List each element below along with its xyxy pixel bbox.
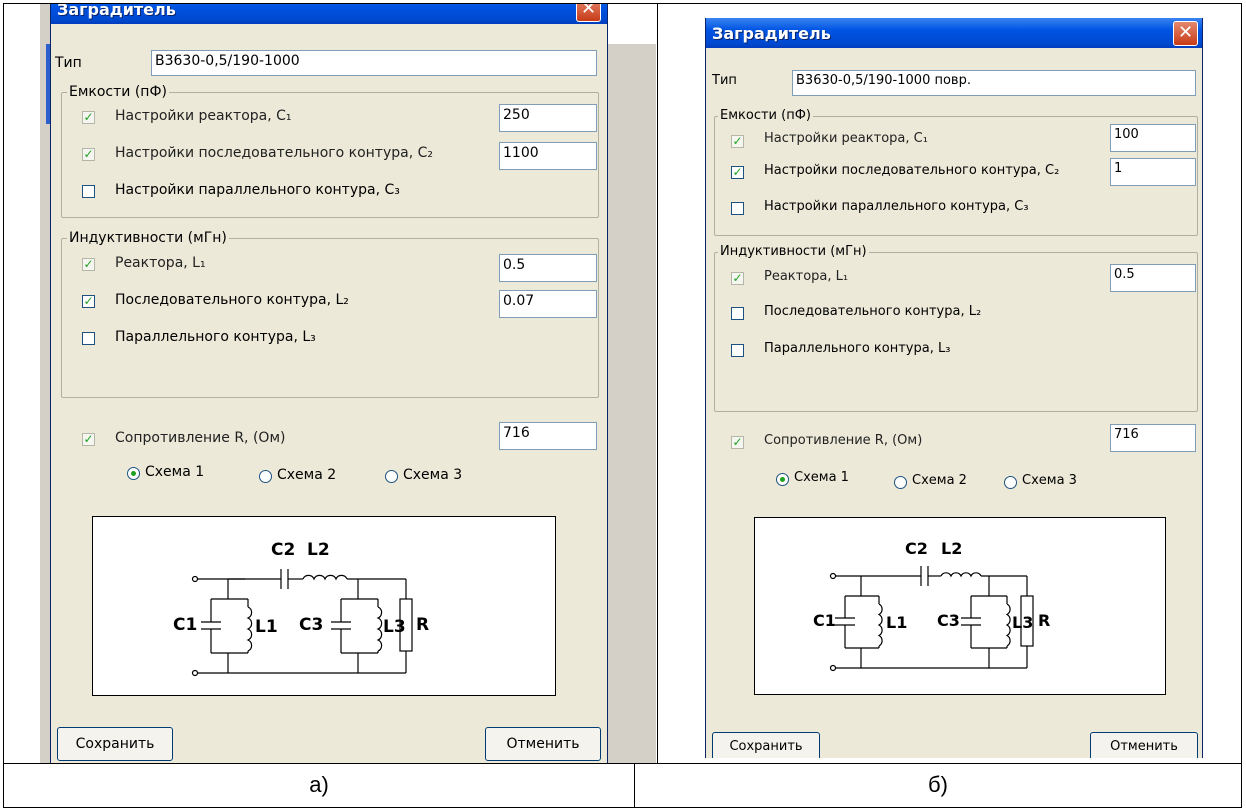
l3-checkbox[interactable] bbox=[82, 332, 95, 345]
cancel-button[interactable]: Отменить bbox=[485, 727, 601, 761]
c3-label: Настройки параллельного контура, C₃ bbox=[764, 199, 1029, 214]
scheme-1-label: Схема 1 bbox=[145, 464, 205, 480]
scheme-2-label: Схема 2 bbox=[277, 467, 337, 483]
capacitance-group-title: Емкости (пФ) bbox=[718, 108, 813, 123]
type-label: Тип bbox=[712, 73, 737, 88]
l1-value[interactable]: 0.5 bbox=[1110, 264, 1196, 292]
c2-symbol: C2 bbox=[905, 539, 928, 558]
background-window-strip-right bbox=[600, 44, 656, 763]
c1-value[interactable]: 100 bbox=[1110, 124, 1196, 152]
scheme-3-radio[interactable] bbox=[1004, 476, 1017, 489]
window-title: Заградитель bbox=[712, 24, 831, 43]
inductance-group-title: Индуктивности (мГн) bbox=[67, 230, 229, 246]
type-field[interactable]: В3630-0,5/190-1000 bbox=[151, 50, 597, 76]
l3-symbol: L3 bbox=[383, 617, 406, 637]
c1-symbol: C1 bbox=[173, 615, 197, 635]
close-button[interactable]: ✕ bbox=[576, 4, 601, 22]
l1-symbol: L1 bbox=[255, 617, 278, 637]
scheme-3-radio[interactable] bbox=[385, 470, 398, 483]
scheme-1-radio[interactable] bbox=[776, 473, 789, 486]
l1-symbol: L1 bbox=[886, 613, 907, 632]
save-button[interactable]: Сохранить bbox=[57, 727, 173, 761]
c1-symbol: C1 bbox=[813, 611, 836, 630]
c2-checkbox[interactable]: ✓ bbox=[731, 166, 744, 179]
scheme-3-label: Схема 3 bbox=[1022, 473, 1077, 488]
l2-label: Последовательного контура, L₂ bbox=[115, 292, 349, 308]
dialog-window: Заградитель ✕ Тип В3630-0,5/190-1000 Емк… bbox=[50, 4, 608, 763]
l1-label: Реактора, L₁ bbox=[115, 255, 206, 271]
l3-symbol: L3 bbox=[1012, 613, 1033, 632]
table-divider-top bbox=[657, 3, 658, 764]
close-button[interactable]: ✕ bbox=[1173, 21, 1198, 46]
l3-label: Параллельного контура, L₃ bbox=[764, 341, 951, 356]
r-value[interactable]: 716 bbox=[499, 422, 597, 450]
caption-left: а) bbox=[309, 772, 329, 797]
circuit-diagram: C1 L1 C2 L2 C3 L3 R bbox=[92, 516, 556, 696]
window-title: Заградитель bbox=[57, 4, 176, 19]
l2-value[interactable]: 0.07 bbox=[499, 290, 597, 318]
title-bar[interactable]: Заградитель ✕ bbox=[706, 18, 1202, 48]
scheme-2-label: Схема 2 bbox=[912, 473, 967, 488]
l1-value[interactable]: 0.5 bbox=[499, 254, 597, 282]
c2-symbol: C2 bbox=[271, 540, 295, 560]
c1-label: Настройки реактора, C₁ bbox=[764, 131, 928, 146]
scheme-2-radio[interactable] bbox=[259, 470, 272, 483]
scheme-1-label: Схема 1 bbox=[794, 470, 849, 485]
c2-label: Настройки последовательного контура, C₂ bbox=[764, 163, 1060, 178]
r-label: Сопротивление R, (Ом) bbox=[764, 433, 923, 448]
l3-checkbox[interactable] bbox=[731, 344, 744, 357]
r-symbol: R bbox=[1038, 611, 1050, 630]
inductance-group-title: Индуктивности (мГн) bbox=[718, 244, 869, 259]
screenshot-left: Заградитель ✕ Тип В3630-0,5/190-1000 Емк… bbox=[40, 4, 656, 763]
r-symbol: R bbox=[416, 615, 429, 635]
c2-value[interactable]: 1 bbox=[1110, 158, 1196, 186]
c2-checkbox[interactable]: ✓ bbox=[82, 148, 95, 161]
l1-label: Реактора, L₁ bbox=[764, 269, 849, 284]
c3-checkbox[interactable] bbox=[731, 202, 744, 215]
c1-value[interactable]: 250 bbox=[499, 104, 597, 132]
c1-checkbox[interactable]: ✓ bbox=[731, 135, 744, 148]
table-border-left bbox=[3, 3, 4, 808]
c2-value[interactable]: 1100 bbox=[499, 142, 597, 170]
type-field[interactable]: В3630-0,5/190-1000 повр. bbox=[792, 70, 1196, 96]
capacitance-group-title: Емкости (пФ) bbox=[67, 84, 169, 100]
c3-symbol: C3 bbox=[299, 615, 323, 635]
l2-checkbox[interactable] bbox=[731, 307, 744, 320]
circuit-svg: C1 L1 C2 L2 C3 L3 R bbox=[813, 539, 1050, 672]
l2-checkbox[interactable]: ✓ bbox=[82, 295, 95, 308]
table-border-mid bbox=[3, 763, 1242, 764]
title-bar[interactable]: Заградитель ✕ bbox=[51, 4, 607, 24]
c3-symbol: C3 bbox=[937, 611, 960, 630]
l2-label: Последовательного контура, L₂ bbox=[764, 304, 982, 319]
c3-label: Настройки параллельного контура, C₃ bbox=[115, 182, 400, 198]
save-button[interactable]: Сохранить bbox=[712, 732, 820, 758]
c1-checkbox[interactable]: ✓ bbox=[82, 111, 95, 124]
l3-label: Параллельного контура, L₃ bbox=[115, 329, 316, 345]
caption-right: б) bbox=[928, 772, 948, 797]
l1-checkbox[interactable]: ✓ bbox=[82, 258, 95, 271]
cancel-button[interactable]: Отменить bbox=[1090, 732, 1198, 758]
scheme-1-radio[interactable] bbox=[127, 467, 140, 480]
circuit-diagram: C1 L1 C2 L2 C3 L3 R bbox=[754, 517, 1166, 695]
table-border-bottom bbox=[3, 807, 1242, 808]
r-label: Сопротивление R, (Ом) bbox=[115, 430, 286, 446]
l1-checkbox[interactable]: ✓ bbox=[731, 272, 744, 285]
c2-label: Настройки последовательного контура, C₂ bbox=[115, 145, 433, 161]
r-checkbox[interactable]: ✓ bbox=[731, 436, 744, 449]
scheme-2-radio[interactable] bbox=[894, 476, 907, 489]
screenshot-right: Заградитель ✕ Тип В3630-0,5/190-1000 пов… bbox=[705, 18, 1203, 758]
dialog-window: Заградитель ✕ Тип В3630-0,5/190-1000 пов… bbox=[705, 18, 1203, 758]
circuit-svg: C1 L1 C2 L2 C3 L3 R bbox=[173, 540, 429, 677]
l2-symbol: L2 bbox=[307, 540, 330, 560]
l2-symbol: L2 bbox=[941, 539, 962, 558]
c1-label: Настройки реактора, C₁ bbox=[115, 108, 292, 124]
scheme-3-label: Схема 3 bbox=[403, 467, 463, 483]
r-value[interactable]: 716 bbox=[1110, 424, 1196, 452]
r-checkbox[interactable]: ✓ bbox=[82, 433, 95, 446]
c3-checkbox[interactable] bbox=[82, 185, 95, 198]
type-label: Тип bbox=[55, 55, 82, 71]
table-border-right bbox=[1241, 3, 1242, 808]
